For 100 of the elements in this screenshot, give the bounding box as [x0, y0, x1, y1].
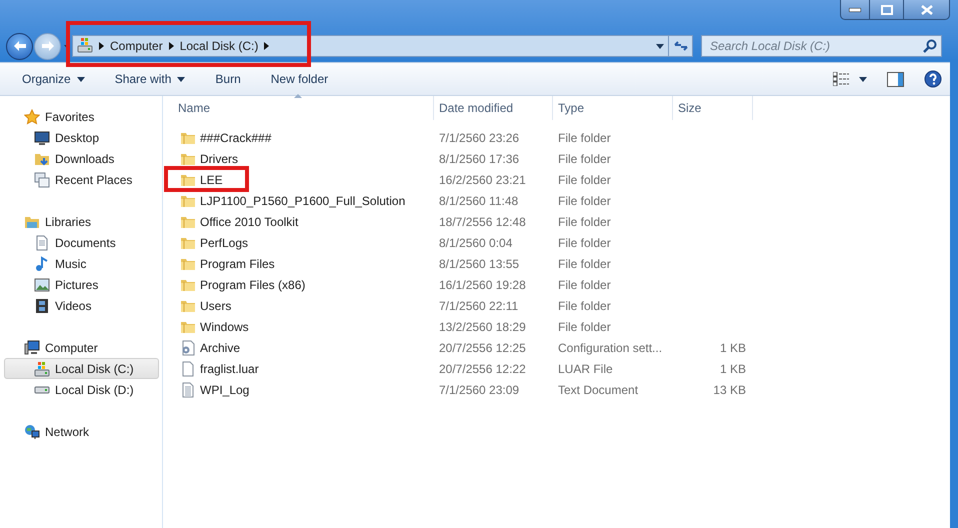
drive-icon	[34, 386, 50, 394]
column-header[interactable]: Size	[673, 96, 753, 120]
file-name[interactable]: fraglist.luar	[163, 360, 434, 376]
type-cell-text: LUAR File	[557, 362, 614, 376]
dropdown-caret-icon[interactable]	[656, 44, 664, 48]
size-cell-text: 13 KB	[712, 382, 747, 396]
sidebar-item[interactable]: Libraries	[4, 211, 159, 232]
breadcrumb[interactable]: Local Disk (C:)	[180, 39, 258, 53]
close-icon	[920, 4, 932, 14]
date-cell-text: 8/1/2560 17:36	[438, 152, 520, 166]
sidebar-item[interactable]: Local Disk (D:)	[4, 379, 159, 400]
sidebar-item[interactable]: Documents	[4, 232, 159, 253]
film-icon	[34, 298, 50, 314]
network-icon	[24, 424, 40, 440]
date-cell-text: 20/7/2556 12:22	[438, 362, 527, 376]
sidebar-item[interactable]: Network	[4, 421, 159, 442]
chevron-icon[interactable]	[264, 42, 270, 50]
type-cell-text: File folder	[557, 278, 612, 292]
file-name[interactable]: Program Files	[163, 256, 434, 272]
sidebar-item[interactable]: Favorites	[4, 106, 159, 127]
sort-arrow-icon	[294, 94, 302, 98]
chevron-icon[interactable]	[99, 42, 104, 50]
sidebar-item[interactable]: Music	[4, 253, 159, 274]
preview-pane-button[interactable]	[887, 72, 904, 86]
toolbar-button[interactable]: Organize	[22, 72, 85, 86]
refresh-icon	[674, 40, 688, 52]
type-cell-text: File folder	[557, 130, 612, 144]
column-header[interactable]: Date modified	[434, 96, 553, 120]
caret-icon	[859, 76, 867, 82]
desktop-icon	[34, 130, 50, 146]
column-header[interactable]: Type	[553, 96, 673, 120]
date-cell-text: 16/2/2560 23:21	[438, 172, 527, 186]
caret-icon	[76, 76, 85, 82]
file-name[interactable]: PerfLogs	[163, 234, 434, 250]
file-name[interactable]: Program Files (x86)	[163, 276, 434, 292]
minimize-icon	[849, 8, 861, 12]
sidebar-item[interactable]: Local Disk (C:)	[4, 358, 159, 379]
date-cell-text: 7/1/2560 23:26	[438, 130, 520, 144]
column-header[interactable]: Name	[163, 96, 434, 120]
type-cell-text: File folder	[557, 172, 612, 186]
type-cell-text: File folder	[557, 298, 612, 312]
file-icon	[180, 360, 196, 376]
type-cell-text: File folder	[557, 236, 612, 250]
file-name[interactable]: ###Crack###	[163, 130, 434, 146]
date-cell-text: 8/1/2560 0:04	[438, 236, 514, 250]
type-cell-text: File folder	[557, 194, 612, 208]
sidebar-item[interactable]: Computer	[4, 337, 159, 358]
date-cell-text: 8/1/2560 13:55	[438, 256, 520, 270]
recent-places-icon	[34, 172, 50, 188]
file-name[interactable]: Windows	[163, 318, 434, 334]
back-arrow-icon	[12, 40, 26, 52]
drive-icon	[77, 36, 93, 56]
forward-button[interactable]	[34, 32, 61, 60]
picture-icon	[34, 276, 50, 292]
type-cell-text: Configuration sett...	[557, 340, 664, 354]
maximize-icon	[880, 4, 892, 14]
date-cell-text: 8/1/2560 11:48	[438, 194, 520, 208]
file-name[interactable]: Users	[163, 298, 434, 314]
date-cell-text: 16/1/2560 19:28	[438, 278, 527, 292]
file-name[interactable]: Office 2010 Toolkit	[163, 214, 434, 230]
history-caret-icon[interactable]	[64, 44, 69, 48]
file-name[interactable]: Drivers	[163, 150, 434, 166]
sidebar-item[interactable]: Videos	[4, 295, 159, 316]
toolbar-button[interactable]: Burn	[215, 72, 241, 86]
windows-drive-icon	[34, 360, 50, 376]
document-icon	[34, 234, 50, 250]
caret-icon	[177, 76, 186, 82]
music-note-icon	[34, 256, 50, 272]
date-cell-text: 20/7/2556 12:25	[438, 340, 527, 354]
refresh-button[interactable]	[669, 35, 693, 57]
view-options-button[interactable]	[833, 72, 867, 86]
file-name[interactable]: Archive	[163, 340, 434, 356]
size-cell-text: 1 KB	[718, 340, 747, 354]
file-name[interactable]: LEE	[163, 172, 434, 188]
sidebar-item[interactable]: Recent Places	[4, 169, 159, 190]
search-field[interactable]: Search Local Disk (C:)	[701, 35, 942, 57]
type-cell-text: Text Document	[557, 382, 640, 396]
sidebar-item[interactable]: Downloads	[4, 148, 159, 169]
chevron-icon[interactable]	[168, 42, 174, 50]
type-cell-text: File folder	[557, 214, 612, 228]
star-icon	[24, 108, 40, 124]
sidebar-item[interactable]: Pictures	[4, 274, 159, 295]
type-cell-text: File folder	[557, 320, 612, 334]
settings-file-icon	[180, 340, 196, 356]
search-icon[interactable]	[923, 39, 937, 53]
back-button[interactable]	[6, 32, 33, 60]
toolbar-button[interactable]: New folder	[270, 72, 328, 86]
file-name[interactable]: LJP1100_P1560_P1600_Full_Solution	[163, 192, 434, 208]
sidebar-item[interactable]: Desktop	[4, 127, 159, 148]
breadcrumb[interactable]: Computer	[110, 39, 163, 53]
address-bar[interactable]: Computer Local Disk (C:)	[72, 35, 669, 57]
text-file-icon	[180, 382, 196, 398]
date-cell-text: 7/1/2560 22:11	[438, 298, 520, 312]
help-button[interactable]	[924, 70, 942, 88]
size-cell-text: 1 KB	[718, 362, 747, 376]
date-cell-text: 13/2/2560 18:29	[438, 320, 527, 334]
caret-icon	[656, 44, 664, 48]
file-name[interactable]: WPI_Log	[163, 382, 434, 398]
type-cell-text: File folder	[557, 152, 612, 166]
toolbar-button[interactable]: Share with	[114, 72, 186, 86]
